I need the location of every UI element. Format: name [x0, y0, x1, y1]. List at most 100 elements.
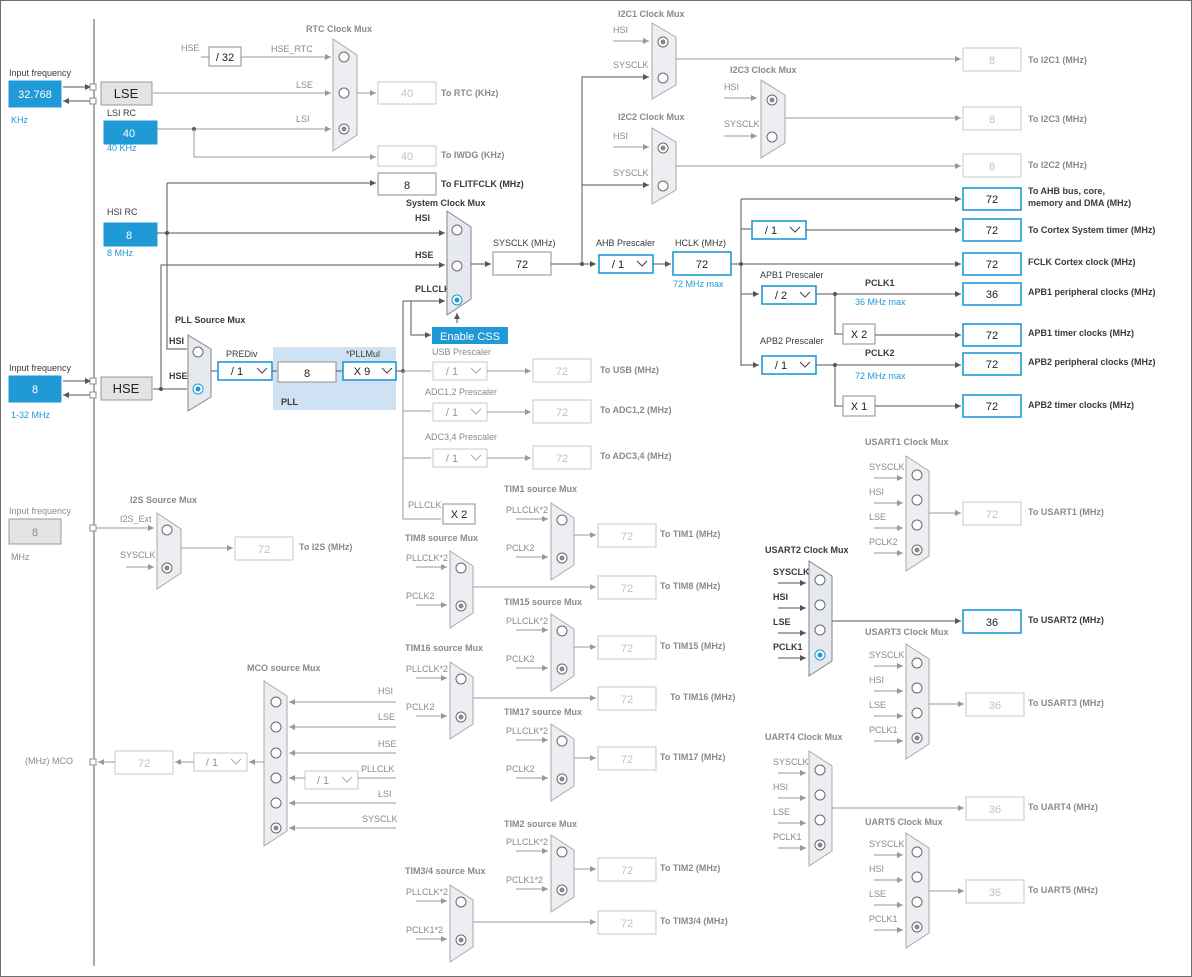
svg-text:PLLCLK*2: PLLCLK*2: [406, 553, 448, 563]
apb2-prescaler-select[interactable]: [761, 355, 817, 375]
i2s-source-mux[interactable]: [156, 512, 182, 590]
svg-text:SYSCLK: SYSCLK: [120, 550, 156, 560]
rtc-mux-option-hse[interactable]: [338, 51, 350, 63]
i2c2-clock-mux[interactable]: [651, 127, 677, 205]
svg-text:PLLCLK*2: PLLCLK*2: [406, 664, 448, 674]
svg-text:X 2: X 2: [451, 509, 468, 521]
svg-text:To TIM3/4 (MHz): To TIM3/4 (MHz): [660, 916, 728, 926]
pll-source-mux-title: PLL Source Mux: [175, 315, 245, 325]
uart5-mux-title: UART5 Clock Mux: [865, 817, 943, 827]
lse-freq-label: Input frequency: [9, 68, 72, 78]
usart3-mux-title: USART3 Clock Mux: [865, 627, 949, 637]
i2s-freq-value[interactable]: 8: [32, 527, 38, 539]
svg-text:PCLK1*2: PCLK1*2: [406, 925, 443, 935]
svg-text:HSI: HSI: [773, 592, 788, 602]
tim15-source-mux-group: TIM15 source Mux PLLCLK*2 PCLK2 72 To TIM15 …: [504, 597, 725, 692]
svg-text:FCLK Cortex clock (MHz): FCLK Cortex clock (MHz): [1028, 257, 1136, 267]
svg-text:To IWDG (KHz): To IWDG (KHz): [441, 150, 504, 160]
svg-text:To TIM8 (MHz): To TIM8 (MHz): [660, 581, 720, 591]
svg-text:SYSCLK: SYSCLK: [869, 839, 905, 849]
svg-text:SYSCLK: SYSCLK: [724, 119, 760, 129]
svg-text:8: 8: [989, 161, 995, 173]
svg-text:PCLK1: PCLK1: [869, 725, 898, 735]
svg-text:HSI: HSI: [869, 864, 884, 874]
svg-text:LSE: LSE: [378, 712, 395, 722]
svg-text:40: 40: [401, 88, 413, 100]
svg-text:APB2 peripheral clocks (MHz): APB2 peripheral clocks (MHz): [1028, 357, 1156, 367]
svg-text:MCO source Mux: MCO source Mux: [247, 663, 321, 673]
svg-text:72 MHz max: 72 MHz max: [855, 371, 906, 381]
svg-text:72: 72: [986, 225, 998, 237]
svg-text:LSE: LSE: [773, 617, 791, 627]
pll-source-mux[interactable]: [187, 334, 212, 412]
svg-text:72: 72: [986, 330, 998, 342]
svg-text:PLLCLK*2: PLLCLK*2: [406, 887, 448, 897]
tim15-mux-title: TIM15 source Mux: [504, 597, 582, 607]
tim8-mux-title: TIM8 source Mux: [405, 533, 478, 543]
svg-text:I2C3 Clock Mux: I2C3 Clock Mux: [730, 65, 797, 75]
hse-freq-value[interactable]: 8: [32, 384, 38, 396]
svg-text:HSE_RTC: HSE_RTC: [271, 44, 313, 54]
svg-text:SYSCLK: SYSCLK: [362, 814, 398, 824]
svg-text:/ 1: / 1: [446, 366, 458, 378]
svg-text:PCLK2: PCLK2: [506, 543, 535, 553]
svg-text:ADC1,2 Prescaler: ADC1,2 Prescaler: [425, 387, 497, 397]
svg-text:To I2C2 (MHz): To I2C2 (MHz): [1028, 160, 1087, 170]
svg-text:72: 72: [621, 754, 633, 766]
i2s-freq-unit: MHz: [11, 552, 30, 562]
rtc-mux-option-lse[interactable]: [338, 87, 350, 99]
svg-text:To UART4 (MHz): To UART4 (MHz): [1028, 802, 1098, 812]
tim2-source-mux-group: TIM2 source Mux PLLCLK*2 PCLK1*2 72 To TIM2 …: [504, 819, 720, 913]
svg-text:*PLLMul: *PLLMul: [346, 349, 380, 359]
ahb-prescaler-select[interactable]: [598, 254, 654, 274]
svg-text:PCLK2: PCLK2: [406, 591, 435, 601]
svg-text:To TIM16 (MHz): To TIM16 (MHz): [670, 692, 735, 702]
i2c3-clock-mux[interactable]: [760, 79, 786, 159]
timer-muxes: TIM1 source Mux PLLCLK*2 PCLK2 72 To TIM1 (M…: [405, 484, 735, 963]
cortex-timer-divider[interactable]: [751, 220, 807, 240]
svg-text:X 2: X 2: [851, 329, 868, 341]
svg-text:HSI: HSI: [415, 213, 430, 223]
hsi-value: 8: [126, 230, 132, 242]
adc12-prescaler-select[interactable]: [432, 402, 488, 422]
pll-source-option-hsi[interactable]: [192, 346, 204, 358]
svg-text:PCLK1: PCLK1: [773, 832, 802, 842]
sysclk-option-hsi[interactable]: [451, 224, 463, 236]
svg-text:AHB Prescaler: AHB Prescaler: [596, 238, 655, 248]
svg-text:HSI: HSI: [613, 25, 628, 35]
svg-text:PCLK1: PCLK1: [865, 278, 895, 288]
svg-text:HSI: HSI: [773, 782, 788, 792]
svg-text:I2S Source Mux: I2S Source Mux: [130, 495, 197, 505]
mco-divider[interactable]: [193, 752, 248, 772]
svg-text:72: 72: [696, 259, 708, 271]
svg-text:PLLCLK*2: PLLCLK*2: [506, 616, 548, 626]
adc34-prescaler-select[interactable]: [432, 448, 488, 468]
svg-text:/ 1: / 1: [446, 407, 458, 419]
svg-text:SYSCLK: SYSCLK: [869, 650, 905, 660]
svg-text:To TIM17 (MHz): To TIM17 (MHz): [660, 752, 725, 762]
uart4-clock-mux-group: UART4 Clock Mux SYSCLK HSI LSE PCLK1 36 To UAR…: [765, 732, 1098, 867]
hsi-rc-label: HSI RC: [107, 207, 138, 217]
lsi-value: 40: [123, 128, 135, 140]
svg-text:To RTC (KHz): To RTC (KHz): [441, 88, 498, 98]
svg-text:SYSCLK: SYSCLK: [613, 168, 649, 178]
svg-text:/ 32: / 32: [216, 52, 234, 64]
apb1-prescaler-select[interactable]: [761, 285, 817, 305]
usb-prescaler-select[interactable]: [432, 361, 488, 381]
svg-text:/ 1: / 1: [612, 259, 624, 271]
mco-pll-divider[interactable]: [304, 770, 359, 790]
output-cortex-system-timer: 72 To Cortex System timer (MHz): [962, 218, 1155, 242]
sysclk-option-hse[interactable]: [451, 260, 463, 272]
hse-freq-label: Input frequency: [9, 363, 72, 373]
svg-text:/ 1: / 1: [206, 757, 218, 769]
hse-freq-range: 1-32 MHz: [11, 410, 51, 420]
svg-text:36: 36: [989, 804, 1001, 816]
lse-freq-value[interactable]: 32.768: [18, 89, 52, 101]
svg-text:/ 2: / 2: [775, 290, 787, 302]
svg-text:8: 8: [304, 368, 310, 380]
lse-block-label: LSE: [114, 86, 139, 101]
svg-text:72: 72: [138, 758, 150, 770]
svg-text:PREDiv: PREDiv: [226, 349, 258, 359]
i2c1-clock-mux[interactable]: [651, 22, 677, 100]
svg-text:HCLK (MHz): HCLK (MHz): [675, 238, 726, 248]
